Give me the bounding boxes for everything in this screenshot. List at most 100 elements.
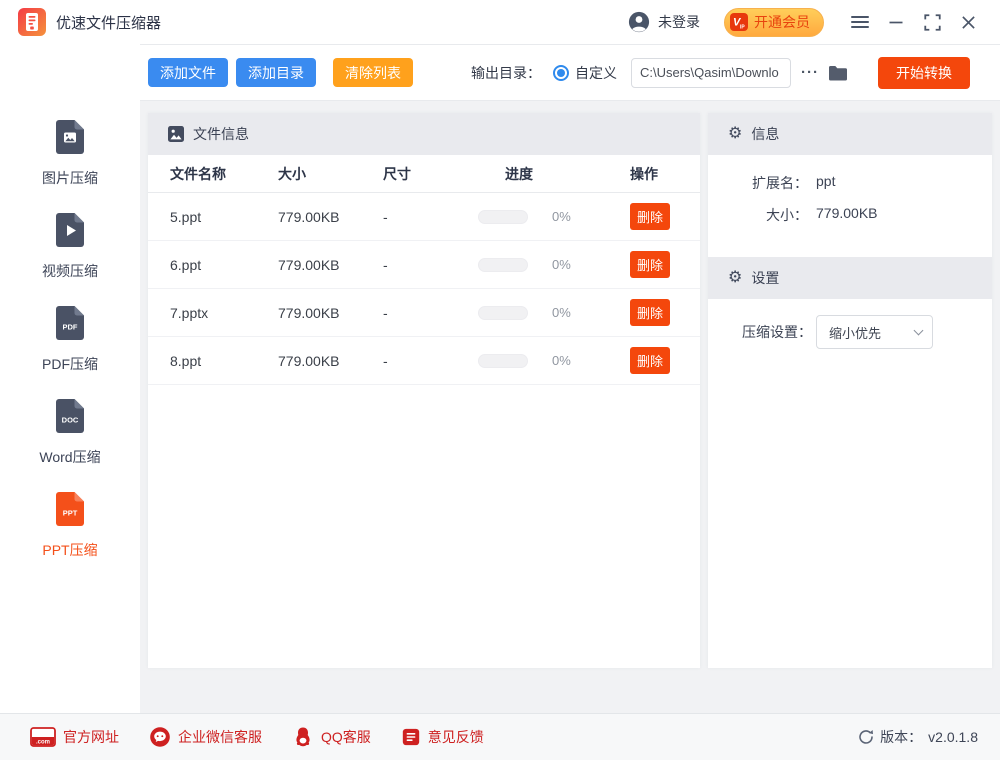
version-info: 版本： v2.0.1.8 [858, 727, 978, 747]
gear-icon: ⚙ [728, 126, 742, 142]
sidebar-item-label: Word压缩 [39, 447, 100, 467]
window-body: 图片压缩 视频压缩 PDF [0, 44, 1000, 713]
field-value: ppt [816, 173, 992, 193]
close-button[interactable] [950, 7, 986, 37]
sidebar-item-ppt-compress[interactable]: PPT PPT压缩 [42, 492, 97, 560]
delete-button[interactable]: 删除 [630, 299, 670, 326]
update-refresh-icon [858, 729, 874, 745]
browse-more-button[interactable]: ··· [801, 64, 819, 81]
qq-icon [292, 726, 314, 748]
output-path-input[interactable] [631, 58, 791, 88]
progress-percent: 0% [552, 209, 571, 224]
progress-bar [478, 306, 528, 320]
cell-filename: 7.pptx [170, 305, 278, 321]
table-row[interactable]: 5.ppt 779.00KB - 0% 删除 [148, 193, 700, 241]
svg-text:.com: .com [36, 740, 50, 746]
maximize-button[interactable] [914, 7, 950, 37]
cell-progress: 0% [478, 305, 630, 320]
add-file-button[interactable]: 添加文件 [148, 58, 228, 87]
svg-text:IP: IP [740, 25, 745, 31]
sidebar-item-word-compress[interactable]: DOC Word压缩 [39, 399, 100, 467]
table-header: 文件名称 大小 尺寸 进度 操作 [148, 155, 700, 193]
delete-button[interactable]: 删除 [630, 251, 670, 278]
info-section-header: ⚙ 信息 [708, 113, 992, 155]
svg-text:DOC: DOC [62, 416, 79, 425]
sidebar: 图片压缩 视频压缩 PDF [0, 44, 140, 713]
col-filename: 文件名称 [170, 164, 278, 184]
info-body: 扩展名： ppt 大小： 779.00KB [708, 155, 992, 257]
cell-size: 779.00KB [278, 209, 383, 225]
user-avatar-icon [628, 11, 650, 33]
open-folder-button[interactable] [828, 65, 848, 81]
compress-mode-select[interactable]: 缩小优先 [816, 315, 933, 349]
video-file-icon [56, 213, 84, 252]
file-info-header: 文件信息 [148, 113, 700, 155]
table-row[interactable]: 8.ppt 779.00KB - 0% 删除 [148, 337, 700, 385]
cell-size: 779.00KB [278, 305, 383, 321]
progress-percent: 0% [552, 305, 571, 320]
info-field-extension: 扩展名： ppt [708, 173, 992, 193]
cell-dimension: - [383, 257, 478, 273]
open-vip-button[interactable]: V IP 开通会员 [724, 8, 824, 37]
doc-file-icon: DOC [56, 399, 84, 438]
wechat-service-link[interactable]: 企业微信客服 [149, 726, 262, 748]
cell-dimension: - [383, 353, 478, 369]
add-directory-button[interactable]: 添加目录 [236, 58, 316, 87]
settings-body: 压缩设置： 缩小优先 [708, 299, 992, 349]
cell-size: 779.00KB [278, 257, 383, 273]
cell-filename: 6.ppt [170, 257, 278, 273]
sidebar-item-label: 视频压缩 [42, 261, 98, 281]
toolbar: 添加文件 添加目录 清除列表 输出目录： 自定义 ··· 开始转换 [140, 44, 1000, 101]
sidebar-item-image-compress[interactable]: 图片压缩 [42, 120, 98, 188]
compress-setting-row: 压缩设置： 缩小优先 [708, 315, 992, 349]
col-operation: 操作 [630, 164, 700, 184]
footer-link-label: QQ客服 [321, 727, 371, 747]
cell-progress: 0% [478, 209, 630, 224]
website-com-icon: .com [30, 727, 56, 747]
menu-hamburger-icon[interactable] [842, 7, 878, 37]
settings-title: 设置 [751, 268, 779, 288]
image-file-icon [56, 120, 84, 159]
progress-percent: 0% [552, 353, 571, 368]
file-info-panel: 文件信息 文件名称 大小 尺寸 进度 操作 5.ppt 779.00KB - [148, 113, 700, 668]
svg-text:PPT: PPT [63, 509, 78, 518]
col-progress: 进度 [478, 164, 630, 184]
sidebar-item-pdf-compress[interactable]: PDF PDF压缩 [42, 306, 98, 374]
sidebar-item-video-compress[interactable]: 视频压缩 [42, 213, 98, 281]
footer-link-label: 意见反馈 [428, 727, 484, 747]
table-row[interactable]: 6.ppt 779.00KB - 0% 删除 [148, 241, 700, 289]
footer-link-label: 企业微信客服 [178, 727, 262, 747]
clear-list-button[interactable]: 清除列表 [333, 58, 413, 87]
official-website-link[interactable]: .com 官方网址 [30, 727, 119, 747]
delete-button[interactable]: 删除 [630, 203, 670, 230]
right-panel: ⚙ 信息 扩展名： ppt 大小： 779.00KB [708, 113, 992, 668]
minimize-button[interactable] [878, 7, 914, 37]
feedback-link[interactable]: 意见反馈 [401, 727, 484, 747]
progress-percent: 0% [552, 257, 571, 272]
sidebar-item-label: 图片压缩 [42, 168, 98, 188]
svg-text:PDF: PDF [63, 323, 78, 332]
delete-button[interactable]: 删除 [630, 347, 670, 374]
pdf-file-icon: PDF [56, 306, 84, 345]
info-field-size: 大小： 779.00KB [708, 205, 992, 225]
progress-bar [478, 258, 528, 272]
main-area: 添加文件 添加目录 清除列表 输出目录： 自定义 ··· 开始转换 [140, 44, 1000, 713]
start-convert-button[interactable]: 开始转换 [878, 57, 970, 89]
titlebar-left: 优速文件压缩器 [0, 8, 161, 36]
output-directory-group: 输出目录： 自定义 ··· [471, 58, 848, 88]
app-title: 优速文件压缩器 [56, 12, 161, 33]
field-label: 扩展名： [708, 173, 808, 193]
table-row[interactable]: 7.pptx 779.00KB - 0% 删除 [148, 289, 700, 337]
progress-bar [478, 354, 528, 368]
cell-progress: 0% [478, 353, 630, 368]
field-label: 大小： [708, 205, 808, 225]
cell-filename: 5.ppt [170, 209, 278, 225]
vip-button-label: 开通会员 [754, 12, 810, 32]
cell-operation: 删除 [630, 299, 700, 326]
custom-radio[interactable] [553, 65, 569, 81]
footer-link-label: 官方网址 [63, 727, 119, 747]
chevron-down-icon [914, 326, 924, 336]
qq-service-link[interactable]: QQ客服 [292, 726, 371, 748]
cell-operation: 删除 [630, 251, 700, 278]
login-button[interactable]: 未登录 [628, 11, 700, 33]
